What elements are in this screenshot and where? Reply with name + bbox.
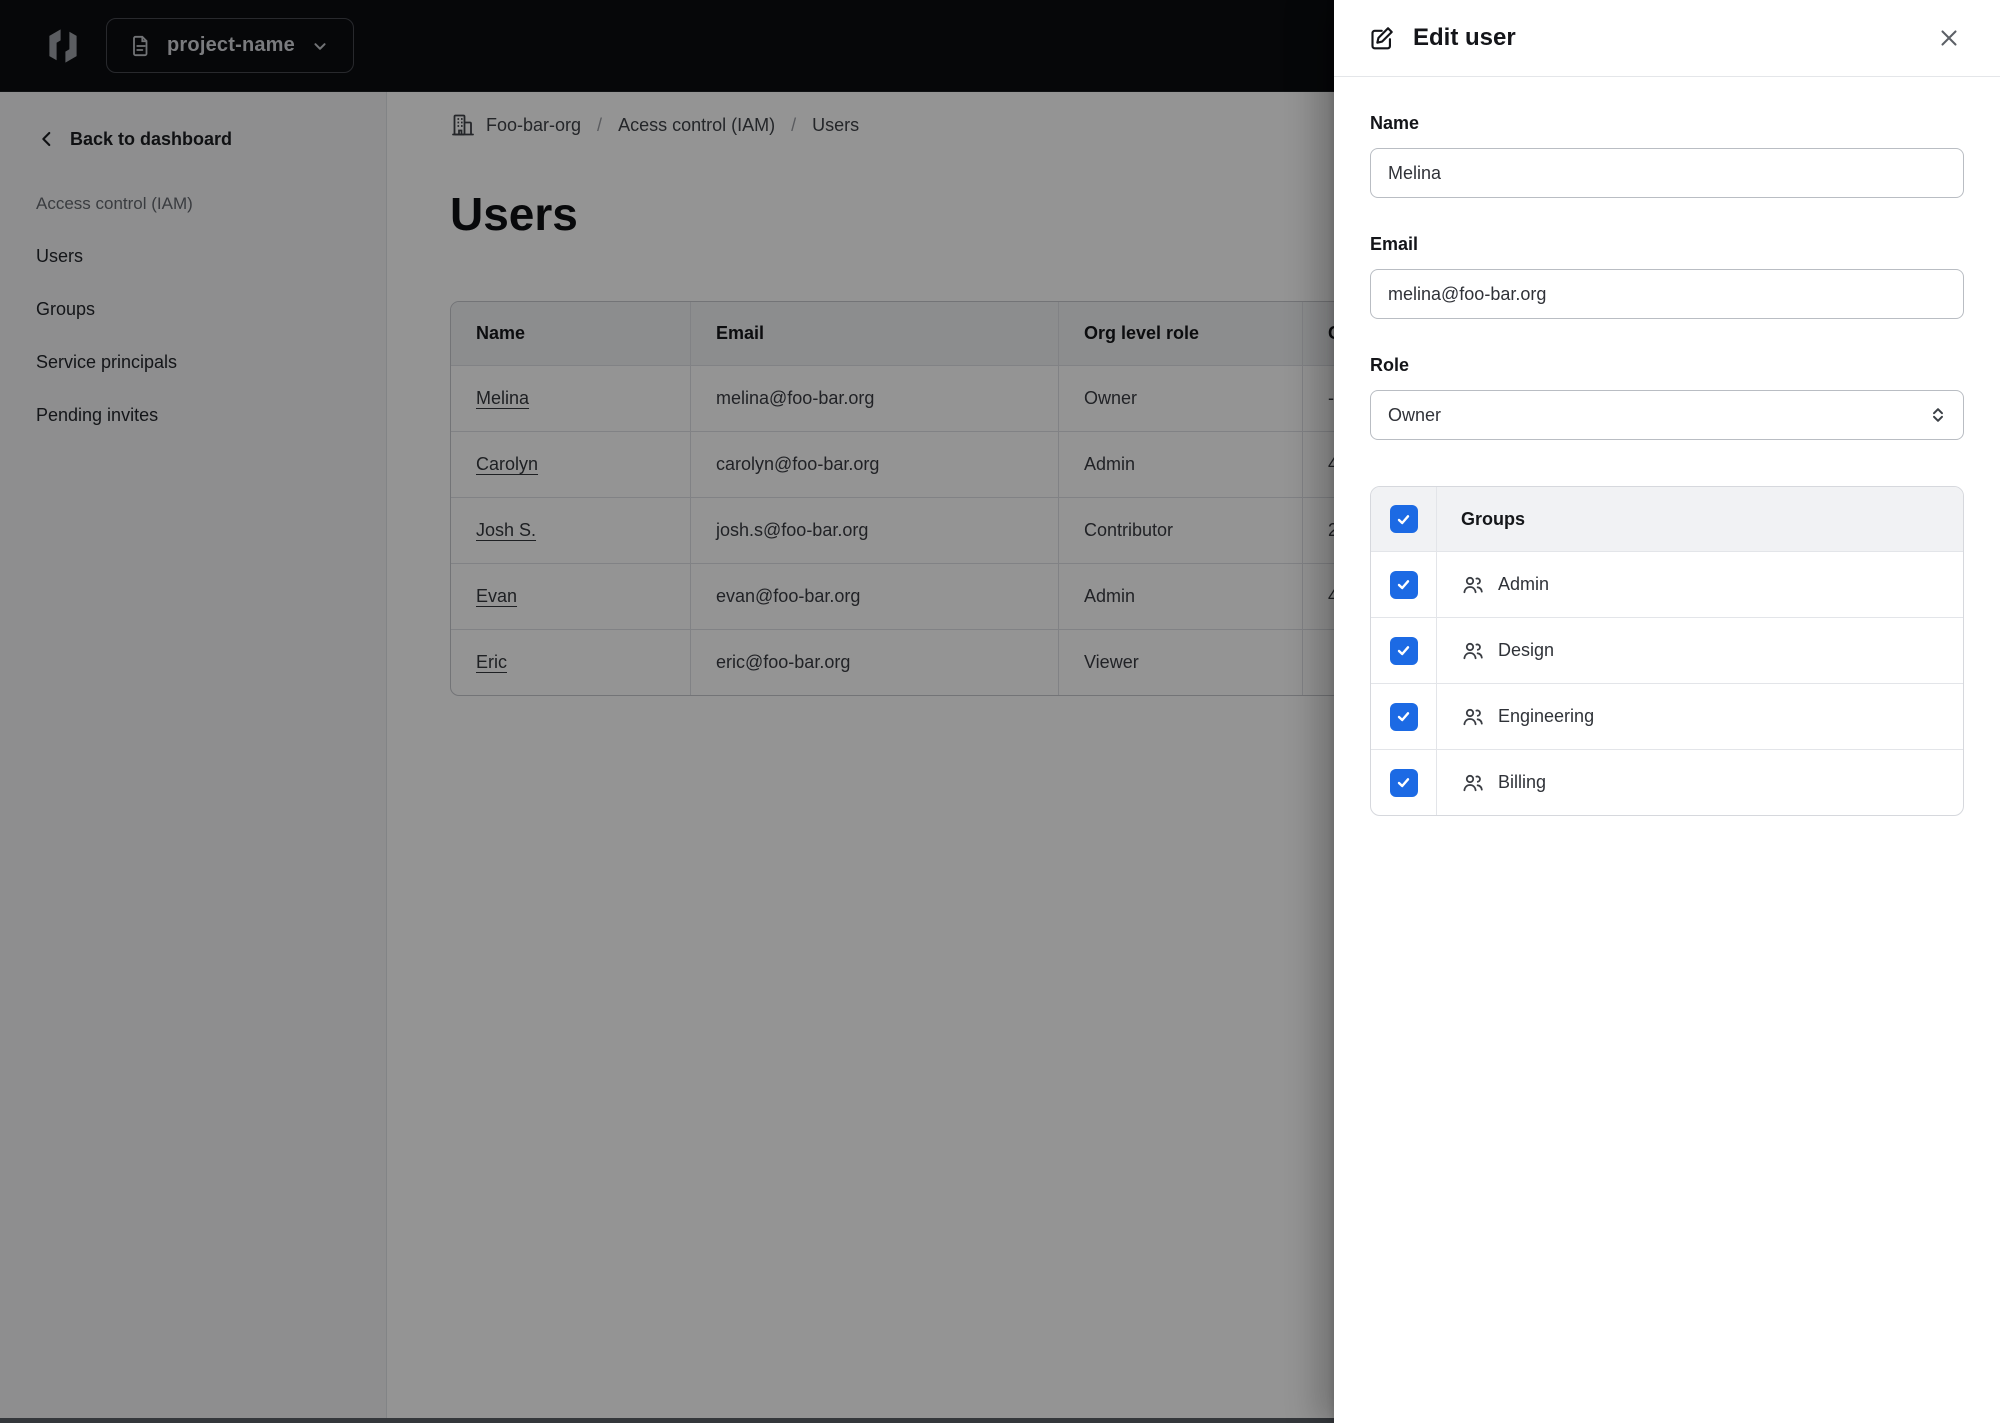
drawer-body: Name Email Role Owner [1334,77,2000,816]
checkmark-icon [1397,778,1410,788]
role-field-group: Role Owner [1370,355,1964,440]
edit-icon [1371,26,1393,49]
group-row: Design [1371,617,1963,683]
close-icon [1941,30,1957,46]
drawer-header: Edit user [1334,0,2000,77]
users-icon [1463,576,1483,593]
name-input[interactable] [1370,148,1964,198]
group-label-admin: Admin [1498,574,1550,594]
group-row: Admin [1371,551,1963,617]
drawer-title: Edit user [1413,24,1516,51]
close-button[interactable] [1932,21,1966,55]
checkmark-icon [1397,712,1410,722]
edit-user-drawer: Edit user Name Email Role Owner [1334,0,2000,1423]
name-field-group: Name [1370,113,1964,198]
screen: project-name Back to dashboard Access co… [0,0,2000,1423]
checkmark-icon [1397,514,1410,524]
select-chevrons-icon [1933,408,1943,422]
role-select-value: Owner [1388,404,1442,425]
checkmark-icon [1397,646,1410,656]
group-label-billing: Billing [1498,772,1547,792]
group-checkbox-admin[interactable] [1389,570,1418,599]
email-input[interactable] [1370,269,1964,319]
group-checkbox-billing[interactable] [1389,768,1418,797]
name-field-label: Name [1370,113,1420,133]
group-label-engineering: Engineering [1498,706,1595,726]
group-checkbox-design[interactable] [1389,636,1418,665]
email-field-label: Email [1370,234,1419,254]
select-all-groups-checkbox[interactable] [1389,505,1418,533]
checkmark-icon [1397,580,1410,590]
groups-header-label: Groups [1461,508,1526,529]
groups-table-header: Groups [1371,487,1963,551]
role-select[interactable]: Owner [1370,390,1964,440]
groups-table: Groups Admin Design Engineering Billing [1370,486,1964,816]
group-row: Engineering [1371,683,1963,749]
group-checkbox-engineering[interactable] [1389,702,1418,731]
group-label-design: Design [1498,640,1555,660]
users-icon [1463,642,1483,659]
role-field-label: Role [1370,355,1410,375]
email-field-group: Email [1370,234,1964,319]
group-row: Billing [1371,749,1963,815]
users-icon [1463,774,1483,791]
users-icon [1463,708,1483,725]
